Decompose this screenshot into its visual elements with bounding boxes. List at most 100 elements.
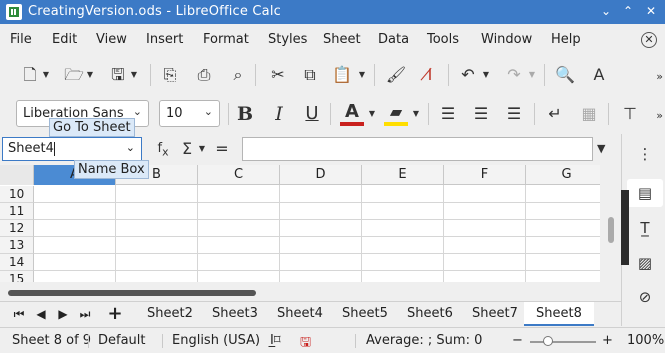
highlight-color-icon[interactable]: ▰	[384, 100, 408, 126]
language[interactable]: English (USA)	[172, 333, 260, 348]
underline-icon[interactable]: U	[300, 102, 324, 126]
highlight-dropdown-icon[interactable]: ▼	[412, 102, 420, 126]
row-header-10[interactable]: 10	[0, 186, 34, 203]
new-document-icon[interactable]: 🗋	[18, 63, 42, 87]
paste-dropdown-icon[interactable]: ▼	[358, 63, 366, 87]
align-left-icon[interactable]: ☰	[436, 102, 460, 126]
clear-formatting-icon[interactable]: I̸	[418, 63, 442, 87]
menu-window[interactable]: Window	[481, 32, 532, 47]
menu-help[interactable]: Help	[551, 32, 581, 47]
italic-icon[interactable]: I	[267, 102, 291, 126]
close-window-button[interactable]: ✕	[643, 3, 659, 19]
zoom-slider-track[interactable]	[530, 341, 596, 343]
sidebar-menu-icon[interactable]: ⋮	[636, 145, 654, 163]
bold-icon[interactable]: B	[233, 102, 257, 126]
menu-tools[interactable]: Tools	[427, 32, 459, 47]
formula-icon[interactable]: =	[210, 137, 234, 161]
cut-icon[interactable]: ✂	[266, 63, 290, 87]
zoom-level[interactable]: 100%	[627, 333, 664, 348]
toolbar-overflow-icon[interactable]: »	[656, 70, 663, 83]
insert-mode-icon[interactable]: I̲⌑	[270, 333, 281, 348]
row-header-11[interactable]: 11	[0, 203, 34, 220]
select-all-corner[interactable]	[0, 165, 34, 185]
column-header-c[interactable]: C	[198, 165, 280, 185]
maximize-button[interactable]: ⌃	[620, 3, 636, 19]
align-center-icon[interactable]: ☰	[469, 102, 493, 126]
clone-formatting-icon[interactable]: 🖌	[384, 63, 408, 87]
merge-cells-icon[interactable]: ▦	[577, 102, 601, 126]
styles-icon[interactable]: T̲	[636, 219, 654, 237]
print-preview-icon[interactable]: ⌕	[226, 63, 250, 87]
menu-file[interactable]: File	[10, 32, 32, 47]
row-header-14[interactable]: 14	[0, 254, 34, 271]
save-icon[interactable]: 🖫	[106, 63, 130, 87]
vertical-scrollbar[interactable]	[600, 165, 621, 282]
horizontal-scrollbar[interactable]	[0, 282, 621, 300]
next-sheet-icon[interactable]: ▶	[54, 305, 72, 323]
redo-dropdown-icon[interactable]: ▼	[528, 63, 536, 87]
spelling-icon[interactable]: A	[587, 63, 611, 87]
chevron-down-icon[interactable]: ⌄	[133, 105, 142, 118]
menu-format[interactable]: Format	[203, 32, 249, 47]
row-header-15[interactable]: 15	[0, 271, 34, 282]
properties-icon[interactable]: ▤	[636, 184, 654, 202]
print-icon[interactable]: ⎙	[192, 63, 216, 87]
column-header-f[interactable]: F	[444, 165, 526, 185]
paste-icon[interactable]: 📋	[330, 63, 354, 87]
font-size-combo[interactable]: 10 ⌄	[159, 100, 220, 127]
row-header-13[interactable]: 13	[0, 237, 34, 254]
align-right-icon[interactable]: ☰	[502, 102, 526, 126]
sheet-position[interactable]: Sheet 8 of 9	[12, 333, 91, 348]
selection-summary[interactable]: Average: ; Sum: 0	[366, 333, 482, 348]
navigator-icon[interactable]: ⊘	[636, 288, 654, 306]
menu-edit[interactable]: Edit	[52, 32, 77, 47]
export-pdf-icon[interactable]: ⎘	[158, 63, 182, 87]
first-sheet-icon[interactable]: ⏮	[10, 305, 28, 323]
sidebar-collapse-handle[interactable]	[621, 190, 629, 265]
document-modified-icon[interactable]: 🖫	[300, 333, 311, 353]
copy-icon[interactable]: ⧉	[298, 63, 322, 87]
save-dropdown-icon[interactable]: ▼	[130, 63, 138, 87]
menu-data[interactable]: Data	[378, 32, 409, 47]
find-replace-icon[interactable]: 🔍	[553, 63, 577, 87]
gallery-icon[interactable]: ▨	[636, 254, 654, 272]
function-wizard-icon[interactable]: fx	[151, 137, 175, 161]
vertical-scrollbar-thumb[interactable]	[608, 217, 614, 243]
undo-icon[interactable]: ↶	[456, 63, 480, 87]
redo-icon[interactable]: ↷	[502, 63, 526, 87]
add-sheet-icon[interactable]: +	[106, 305, 124, 323]
spreadsheet-grid[interactable]: A B C D E F G 10 11 12 13 14 15	[0, 165, 600, 282]
tab-sheet2[interactable]: Sheet2	[147, 306, 193, 321]
zoom-slider-knob[interactable]	[543, 336, 553, 346]
font-color-icon[interactable]: A	[340, 100, 364, 126]
font-color-dropdown-icon[interactable]: ▼	[368, 102, 376, 126]
new-dropdown-icon[interactable]: ▼	[42, 63, 50, 87]
expand-formula-bar-icon[interactable]: ▼	[597, 137, 605, 161]
column-header-e[interactable]: E	[362, 165, 444, 185]
row-header-12[interactable]: 12	[0, 220, 34, 237]
page-style[interactable]: Default	[98, 333, 146, 348]
toolbar-overflow-icon[interactable]: »	[656, 109, 663, 122]
last-sheet-icon[interactable]: ⏭	[76, 305, 94, 323]
menu-insert[interactable]: Insert	[146, 32, 183, 47]
chevron-down-icon[interactable]: ⌄	[126, 141, 135, 154]
menu-styles[interactable]: Styles	[268, 32, 307, 47]
zoom-in-button[interactable]: +	[602, 333, 613, 348]
sum-dropdown-icon[interactable]: ▼	[198, 137, 206, 161]
name-box[interactable]: Sheet4 ⌄	[2, 137, 142, 161]
open-dropdown-icon[interactable]: ▼	[86, 63, 94, 87]
wrap-text-icon[interactable]: ↵	[543, 102, 567, 126]
sum-icon[interactable]: Σ	[175, 137, 199, 161]
tab-sheet3[interactable]: Sheet3	[212, 306, 258, 321]
undo-dropdown-icon[interactable]: ▼	[482, 63, 490, 87]
tab-sheet8[interactable]: Sheet8	[524, 302, 594, 326]
column-header-d[interactable]: D	[280, 165, 362, 185]
previous-sheet-icon[interactable]: ◀	[32, 305, 50, 323]
menu-view[interactable]: View	[96, 32, 127, 47]
tab-sheet7[interactable]: Sheet7	[472, 306, 518, 321]
open-folder-icon[interactable]: 🗁	[62, 63, 86, 87]
minimize-button[interactable]: ⌄	[598, 3, 614, 19]
zoom-out-button[interactable]: −	[512, 333, 523, 348]
formula-input[interactable]	[242, 137, 593, 161]
tab-sheet5[interactable]: Sheet5	[342, 306, 388, 321]
